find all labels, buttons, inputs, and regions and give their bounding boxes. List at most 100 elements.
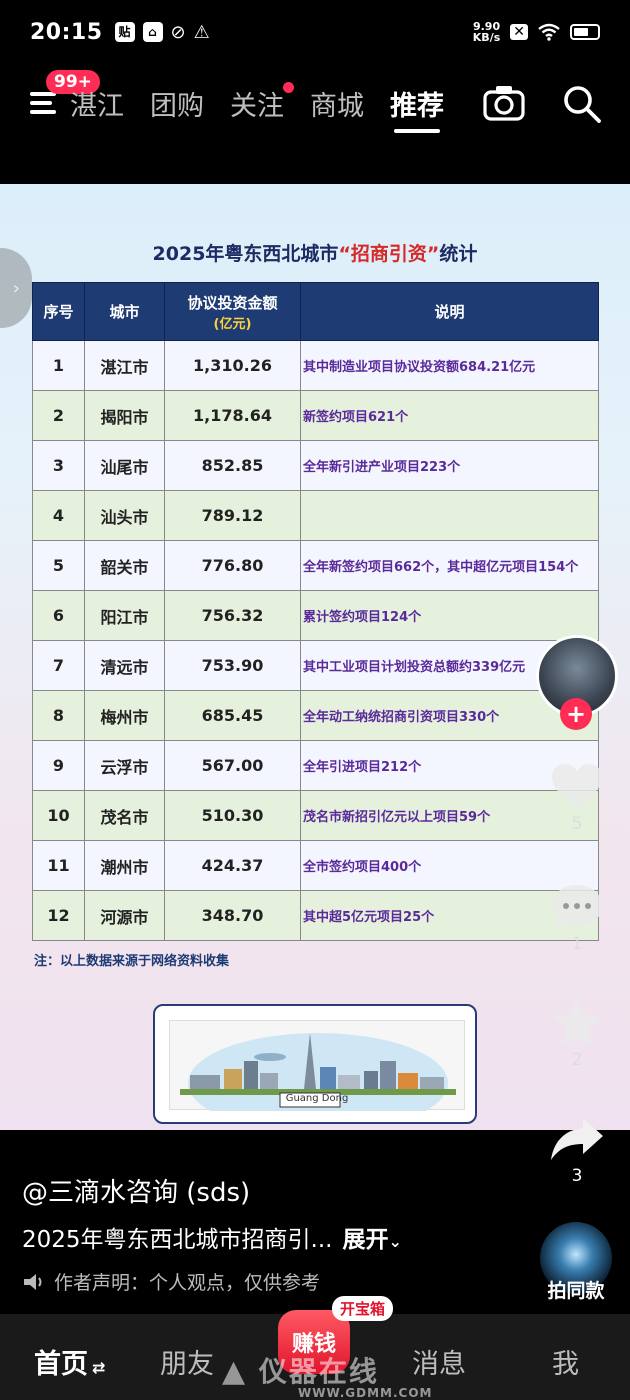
favorite-button[interactable]: 2	[548, 996, 606, 1070]
bottom-tab-me[interactable]: 我	[552, 1342, 579, 1381]
chevron-right-icon: ›	[12, 277, 20, 299]
cell-note: 全年新签约项目662个，其中超亿元项目154个	[300, 540, 599, 591]
title-highlight: “招商引资”	[338, 243, 440, 265]
bottom-tab-home[interactable]: 首页 ⇄	[34, 1342, 105, 1381]
investment-table: 序号 城市 协议投资金额 (亿元) 说明 1 湛江市 1,310.26 其中制造业项目协…	[32, 282, 599, 941]
cell-city: 潮州市	[84, 840, 165, 891]
table-row: 12 河源市 348.70 其中超5亿元项目25个	[32, 890, 599, 941]
cell-amount: 348.70	[164, 890, 301, 941]
cell-city: 云浮市	[84, 740, 165, 791]
warning-icon: ⚠	[193, 21, 210, 43]
header-no: 序号	[32, 282, 85, 341]
new-dot	[283, 82, 294, 93]
status-bar: 20:15 贴 ⌂ ⊘ ⚠ 9.90 KB/s ✕	[0, 0, 630, 64]
table-row: 2 揭阳市 1,178.64 新签约项目621个	[32, 390, 599, 441]
cell-amount: 1,310.26	[164, 340, 301, 391]
title-part-2: 统计	[439, 243, 478, 265]
net-speed: 9.90 KB/s	[473, 21, 500, 43]
expand-label: 展开	[342, 1227, 389, 1253]
like-button[interactable]: 5	[548, 760, 606, 834]
tab-mall[interactable]: 商城	[310, 84, 364, 123]
cell-note: 新签约项目621个	[300, 390, 599, 441]
status-time: 20:15	[30, 19, 103, 45]
cell-city: 韶关市	[84, 540, 165, 591]
wifi-icon	[538, 23, 560, 41]
author-name[interactable]: @三滴水咨询 (sds)	[22, 1172, 250, 1209]
switch-arrows-icon: ⇄	[92, 1358, 106, 1377]
cell-amount: 776.80	[164, 540, 301, 591]
cell-amount: 852.85	[164, 440, 301, 491]
same-style-label: 拍同款	[547, 1280, 605, 1302]
cell-note: 累计签约项目124个	[300, 590, 599, 641]
cell-city: 揭阳市	[84, 390, 165, 441]
share-button[interactable]: 3	[548, 1112, 606, 1186]
table-header-row: 序号 城市 协议投资金额 (亿元) 说明	[32, 282, 599, 341]
cell-no: 7	[32, 640, 85, 691]
tab-following-label: 关注	[230, 91, 284, 122]
cell-amount: 567.00	[164, 740, 301, 791]
author-disclaimer: 作者声明：个人观点，仅供参考	[22, 1268, 320, 1295]
header-amount-label: 协议投资金额	[187, 293, 278, 312]
table-row: 9 云浮市 567.00 全年引进项目212个	[32, 740, 599, 791]
cell-note	[300, 490, 599, 541]
tab-local[interactable]: 湛江	[70, 84, 124, 123]
table-row: 11 潮州市 424.37 全市签约项目400个	[32, 840, 599, 891]
table-title: 2025年粤东西北城市“招商引资”统计	[0, 239, 630, 266]
search-icon[interactable]	[562, 84, 602, 124]
camera-icon[interactable]	[483, 84, 525, 122]
cell-no: 10	[32, 790, 85, 841]
cell-city: 湛江市	[84, 340, 165, 391]
star-icon	[552, 999, 602, 1047]
cell-city: 阳江市	[84, 590, 165, 641]
treasure-badge[interactable]: 开宝箱	[332, 1296, 394, 1321]
header-amount: 协议投资金额 (亿元)	[164, 282, 301, 341]
cell-no: 11	[32, 840, 85, 891]
cell-no: 4	[32, 490, 85, 541]
comment-icon	[552, 885, 602, 929]
table-row: 6 阳江市 756.32 累计签约项目124个	[32, 590, 599, 641]
table-row: 1 湛江市 1,310.26 其中制造业项目协议投资额684.21亿元	[32, 340, 599, 391]
tab-recommend[interactable]: 推荐	[390, 84, 444, 133]
cell-city: 梅州市	[84, 690, 165, 741]
comment-count: 1	[571, 934, 583, 954]
sim-off-icon: ✕	[510, 24, 528, 40]
table-footnote: 注：以上数据来源于网络资料收集	[34, 954, 230, 969]
share-arrow-icon	[551, 1118, 603, 1160]
table-row: 7 清远市 753.90 其中工业项目计划投资总额约339亿元	[32, 640, 599, 691]
expand-button[interactable]: 展开⌄	[342, 1227, 401, 1253]
cell-note: 全年新引进产业项目223个	[300, 440, 599, 491]
post-image[interactable]: › 2025年粤东西北城市“招商引资”统计 序号 城市 协议投资金额 (亿元) 说…	[0, 184, 630, 1130]
cell-city: 茂名市	[84, 790, 165, 841]
table-row: 4 汕头市 789.12	[32, 490, 599, 541]
table-row: 10 茂名市 510.30 茂名市新招引亿元以上项目59个	[32, 790, 599, 841]
tab-groupbuy[interactable]: 团购	[150, 84, 204, 123]
watermark-text: 仪器在线	[258, 1355, 379, 1388]
favorite-count: 2	[571, 1050, 583, 1070]
table-row: 5 韶关市 776.80 全年新签约项目662个，其中超亿元项目154个	[32, 540, 599, 591]
bottom-tab-friends[interactable]: 朋友	[160, 1342, 214, 1381]
cell-amount: 753.90	[164, 640, 301, 691]
speaker-icon	[24, 1273, 42, 1290]
bank-notification-icon: ⌂	[142, 21, 163, 42]
app-notification-icon: 贴	[114, 21, 135, 42]
follow-plus-button[interactable]: +	[560, 698, 592, 730]
cell-amount: 510.30	[164, 790, 301, 841]
cell-no: 5	[32, 540, 85, 591]
cell-amount: 756.32	[164, 590, 301, 641]
banner-label-text: Guang Dong	[285, 1093, 349, 1104]
comment-button[interactable]: 1	[548, 880, 606, 954]
post-description[interactable]: 2025年粤东西北城市招商引... 展开⌄	[22, 1220, 402, 1254]
top-navigation: 99+ 湛江 团购 关注 商城 推荐	[0, 70, 630, 140]
net-speed-unit: KB/s	[472, 31, 501, 44]
header-note: 说明	[300, 282, 599, 341]
disclaimer-text: 作者声明：个人观点，仅供参考	[54, 1272, 321, 1294]
guangdong-banner: Guang Dong	[153, 1004, 477, 1124]
watermark-logo-icon: ▲	[222, 1354, 248, 1389]
table-row: 3 汕尾市 852.85 全年新引进产业项目223个	[32, 440, 599, 491]
same-style-button[interactable]: 拍同款	[538, 1222, 614, 1303]
tab-following[interactable]: 关注	[230, 82, 294, 123]
cell-no: 9	[32, 740, 85, 791]
cell-amount: 789.12	[164, 490, 301, 541]
cell-no: 12	[32, 890, 85, 941]
link-icon: ⊘	[170, 21, 186, 43]
